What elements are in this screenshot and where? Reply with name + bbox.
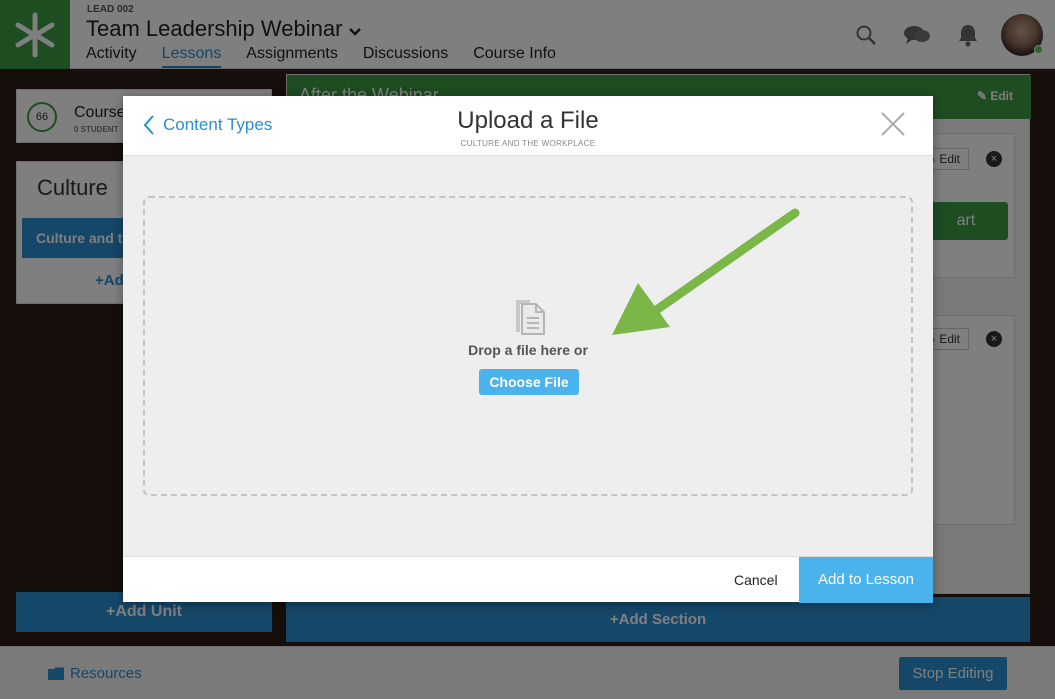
modal-footer: Cancel Add to Lesson	[123, 556, 933, 603]
cancel-button[interactable]: Cancel	[734, 572, 778, 588]
close-icon[interactable]	[879, 110, 907, 138]
choose-file-button[interactable]: Choose File	[479, 369, 579, 395]
add-to-lesson-button[interactable]: Add to Lesson	[799, 557, 933, 603]
modal-title: Upload a File	[457, 107, 599, 134]
modal-subtitle: CULTURE AND THE WORKPLACE	[460, 139, 596, 148]
upload-file-modal: Content Types Upload a File CULTURE AND …	[123, 96, 933, 603]
file-icon	[514, 298, 546, 341]
annotation-arrow-icon	[612, 208, 800, 335]
modal-header: Content Types Upload a File CULTURE AND …	[123, 96, 933, 156]
